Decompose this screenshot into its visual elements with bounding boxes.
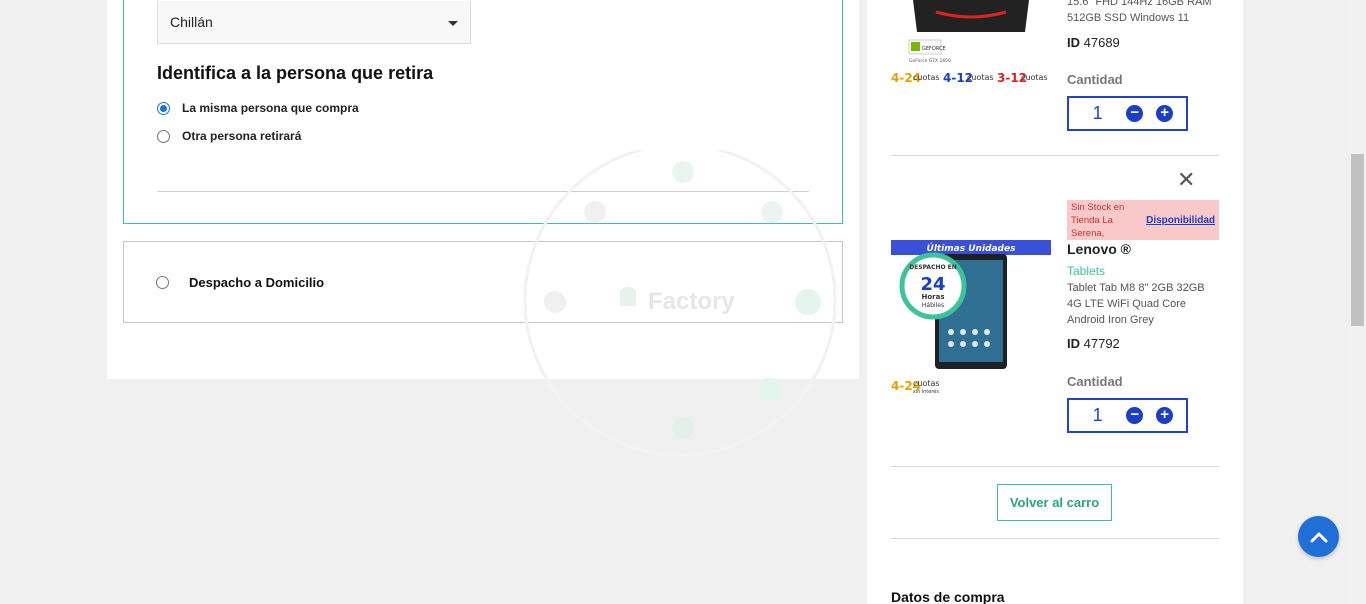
identify-person-title: Identifica a la persona que retira xyxy=(157,63,434,83)
option-same-person-label: La misma persona que compra xyxy=(182,101,359,115)
product-1-description: 15.6" FHD 144Hz 16GB RAM 512GB SSD Windo… xyxy=(1067,0,1212,24)
product-1-id: ID 47689 xyxy=(1067,35,1120,50)
svg-text:GeForce GTX 1650: GeForce GTX 1650 xyxy=(909,58,951,64)
product-1-qty-label: Cantidad xyxy=(1067,72,1123,87)
radio-home-delivery[interactable] xyxy=(156,276,169,289)
stock-alert-badge: Sin Stock en Tienda La Serena, Disponibi… xyxy=(1067,200,1219,240)
radio-same-person[interactable] xyxy=(157,101,170,115)
badge-line-1: Horas xyxy=(921,293,944,301)
product-2-id-value: 47792 xyxy=(1083,336,1120,351)
installments-note-d: sin interés xyxy=(913,388,939,395)
option-other-person[interactable]: Otra persona retirará xyxy=(157,129,301,143)
section-separator xyxy=(891,538,1219,539)
radio-other-person[interactable] xyxy=(157,129,170,143)
option-other-person-label: Otra persona retirará xyxy=(182,129,302,143)
svg-text:GEFORCE: GEFORCE xyxy=(922,46,946,52)
installments-word-c: cuotas xyxy=(1021,73,1048,82)
scrollbar-thumb[interactable] xyxy=(1351,154,1364,326)
product-1-quantity-stepper[interactable]: 1 − + xyxy=(1067,96,1188,131)
product-2-qty-value: 1 xyxy=(1092,405,1103,425)
checkout-form-panel: Chillán Identifica a la persona que reti… xyxy=(107,0,859,379)
product-2-description: Tablet Tab M8 8" 2GB 32GB 4G LTE WiFi Qu… xyxy=(1067,282,1205,326)
product-2-id-label: ID xyxy=(1067,336,1080,351)
divider xyxy=(157,191,809,192)
city-select[interactable]: Chillán xyxy=(157,1,471,44)
product-2-qty-label: Cantidad xyxy=(1067,374,1123,389)
item-separator xyxy=(891,466,1219,467)
product-1-id-label: ID xyxy=(1067,35,1080,50)
home-delivery-label: Despacho a Domicilio xyxy=(189,275,325,290)
remove-item-icon[interactable]: ✕ xyxy=(1177,169,1195,191)
product-1-qty-value: 1 xyxy=(1092,103,1103,123)
item-separator xyxy=(891,155,1219,156)
last-units-banner: Últimas Unidades xyxy=(927,242,1017,254)
plus-icon[interactable]: + xyxy=(1156,105,1173,122)
product-1-id-value: 47689 xyxy=(1083,35,1120,50)
back-to-cart-button[interactable]: Volver al carro xyxy=(997,484,1112,521)
cart-summary-panel: GEFORCE GeForce GTX 1650 4-24 cuotas 4-1… xyxy=(867,0,1243,604)
chevron-up-icon xyxy=(1310,532,1327,542)
installments-word-b: cuotas xyxy=(967,73,994,82)
plus-icon[interactable]: + xyxy=(1156,407,1173,424)
store-pickup-section: Chillán Identifica a la persona que reti… xyxy=(123,0,843,224)
installments-word-a: cuotas xyxy=(913,73,940,82)
availability-link[interactable]: Disponibilidad xyxy=(1146,215,1215,226)
badge-number: 24 xyxy=(920,274,945,295)
scroll-to-top-button[interactable] xyxy=(1298,516,1339,557)
product-2-brand: Lenovo ® xyxy=(1067,241,1131,257)
minus-icon[interactable]: − xyxy=(1126,105,1144,122)
installments-word-d: cuotas xyxy=(913,379,940,388)
product-2-id: ID 47792 xyxy=(1067,336,1120,351)
product-image-tablet: Últimas Unidades DESPACHO EN 24 Horas Há… xyxy=(891,240,1051,395)
city-select-value: Chillán xyxy=(170,14,213,30)
chevron-down-icon xyxy=(448,21,458,26)
home-delivery-option[interactable]: Despacho a Domicilio xyxy=(123,241,843,323)
badge-line-2: Hábiles xyxy=(922,302,944,309)
product-image-laptop: GEFORCE GeForce GTX 1650 4-24 cuotas 4-1… xyxy=(891,0,1048,85)
product-2-category[interactable]: Tablets xyxy=(1067,264,1105,278)
minus-icon[interactable]: − xyxy=(1126,407,1144,424)
stock-alert-text: Sin Stock en Tienda La Serena, xyxy=(1071,201,1125,239)
option-same-person[interactable]: La misma persona que compra xyxy=(157,101,359,115)
badge-top-text: DESPACHO EN xyxy=(909,264,957,271)
product-2-quantity-stepper[interactable]: 1 − + xyxy=(1067,398,1188,433)
purchase-data-title: Datos de compra xyxy=(891,589,1005,604)
